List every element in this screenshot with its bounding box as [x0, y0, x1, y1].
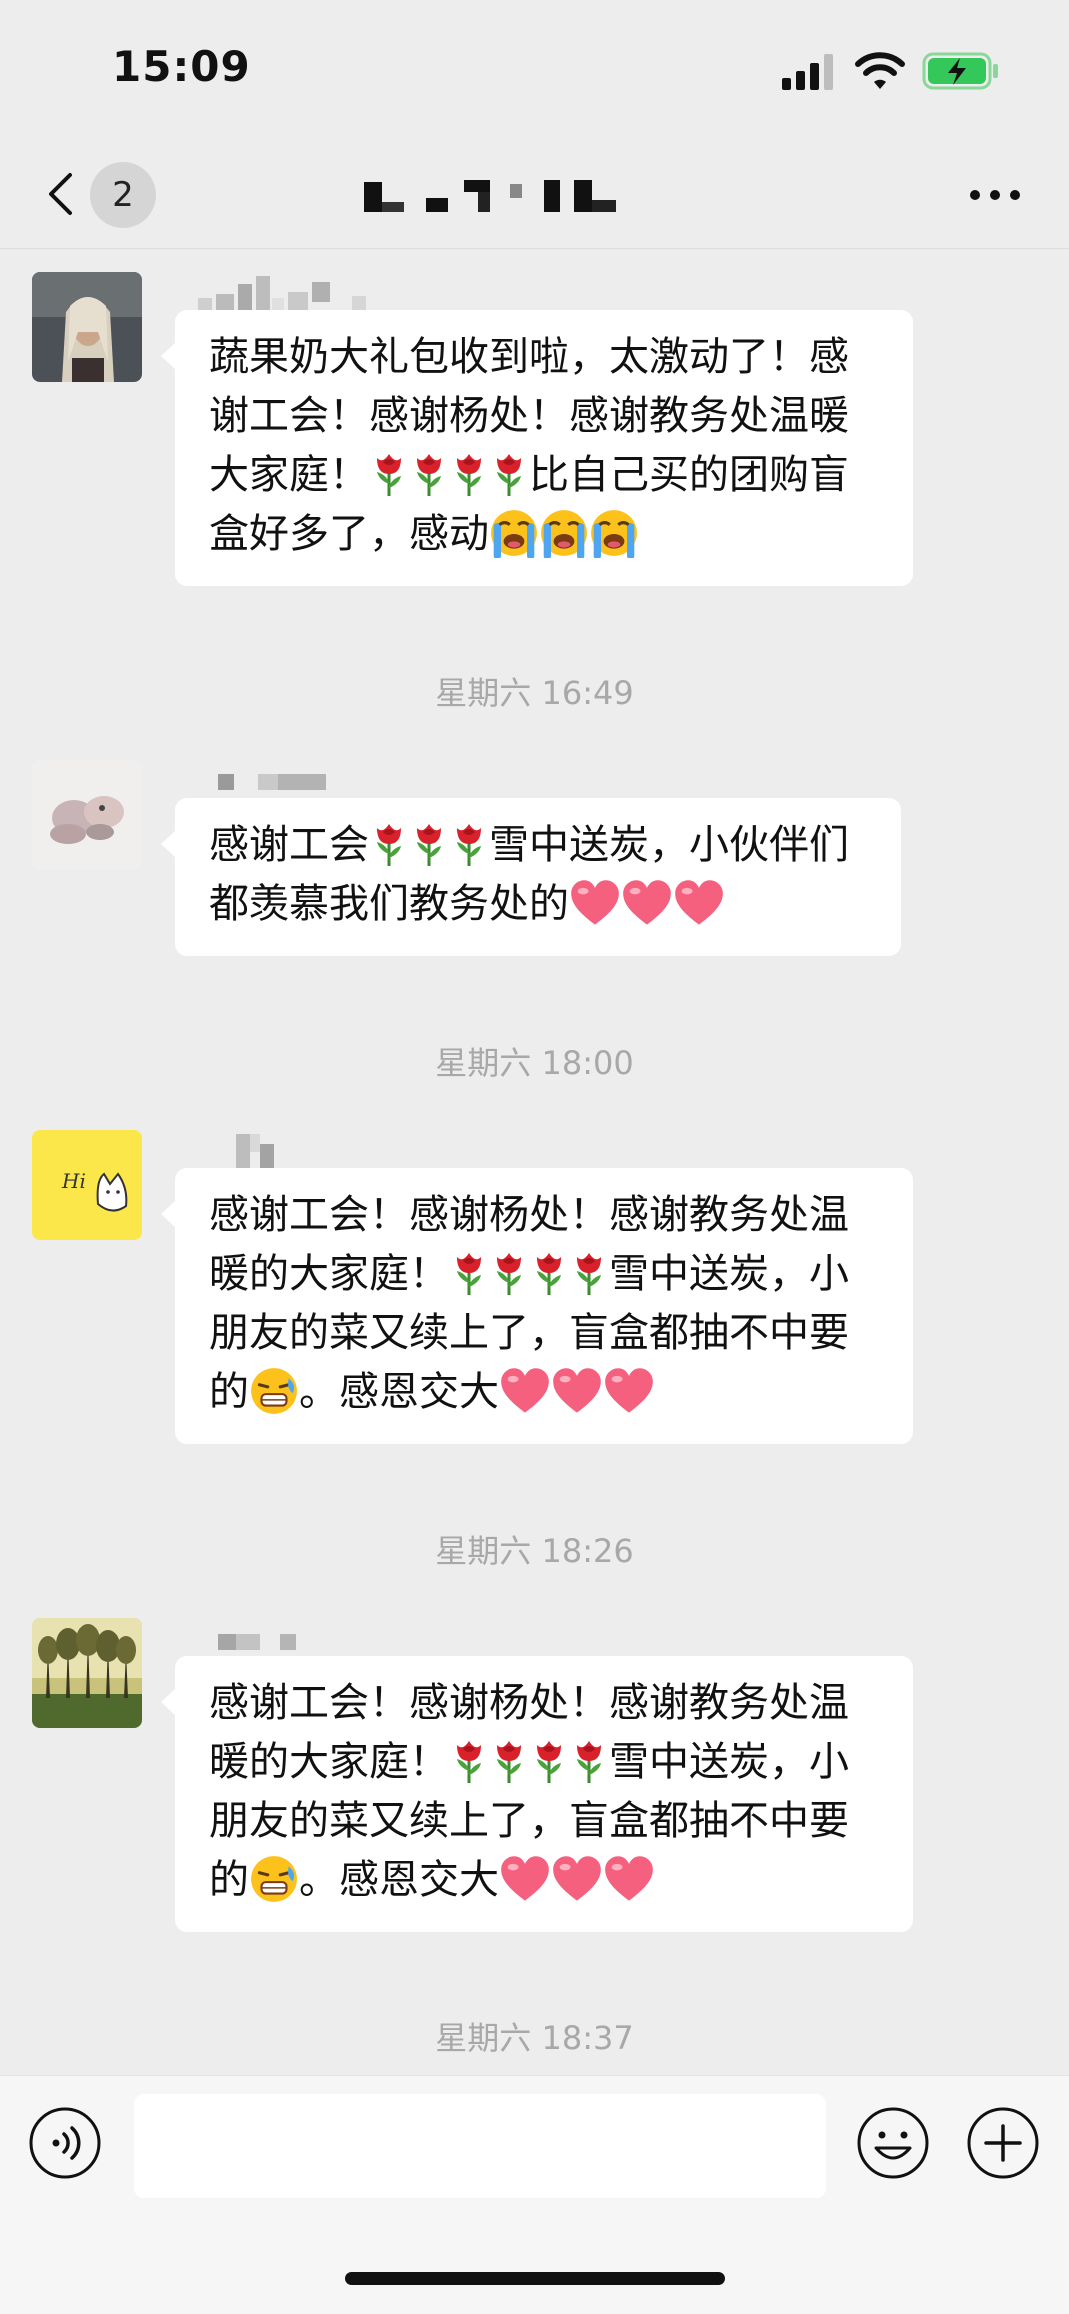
message-text: 感谢工会 — [209, 822, 369, 868]
avatar[interactable] — [32, 760, 142, 870]
sender-name-pixelated — [218, 1634, 296, 1650]
chat-title-pixelated — [364, 180, 616, 212]
pink-heart-icon — [499, 1855, 551, 1903]
rose-icon — [449, 1249, 489, 1297]
rose-icon — [489, 450, 529, 498]
message-bubble[interactable]: 感谢工会！感谢杨处！感谢教务处温暖的大家庭！ 雪中送炭，小朋友的菜又续上了，盲盒都… — [161, 1168, 913, 1444]
rose-icon — [489, 1737, 529, 1785]
svg-text:Hi: Hi — [61, 1169, 86, 1193]
voice-input-icon[interactable] — [28, 2106, 102, 2180]
tearful-face-icon — [249, 1854, 299, 1904]
pink-heart-icon — [621, 879, 673, 927]
rose-icon — [449, 1737, 489, 1785]
pink-heart-icon — [569, 879, 621, 927]
avatar[interactable] — [32, 1618, 142, 1728]
battery-charging-icon — [922, 52, 998, 90]
chevron-left-icon — [49, 173, 72, 215]
pink-heart-icon — [603, 1367, 655, 1415]
timestamp: 星期六 16:49 — [435, 674, 634, 712]
unread-count-badge: 2 — [90, 162, 156, 228]
timestamp: 星期六 18:26 — [435, 1532, 634, 1570]
timestamp: 星期六 18:37 — [435, 2019, 634, 2057]
avatar[interactable]: Hi — [32, 1130, 142, 1240]
sender-name-pixelated — [218, 774, 326, 790]
pink-heart-icon — [603, 1855, 655, 1903]
loudly-crying-face-icon — [589, 508, 639, 558]
home-indicator — [345, 2272, 725, 2285]
rose-icon — [409, 450, 449, 498]
rose-icon — [529, 1737, 569, 1785]
rose-icon — [449, 450, 489, 498]
rose-icon — [489, 1249, 529, 1297]
message-bubble[interactable]: 感谢工会！感谢杨处！感谢教务处温暖的大家庭！ 雪中送炭，小朋友的菜又续上了，盲盒都… — [161, 1656, 913, 1932]
sender-name-pixelated — [198, 276, 366, 310]
rose-icon — [369, 820, 409, 868]
emoji-picker-icon[interactable] — [856, 2106, 930, 2180]
timestamp: 星期六 18:00 — [435, 1044, 634, 1082]
tearful-face-icon — [249, 1366, 299, 1416]
rose-icon — [569, 1249, 609, 1297]
nav-bar: 2 — [0, 140, 1069, 249]
sender-name-pixelated — [236, 1134, 274, 1168]
status-bar: 15:09 — [0, 0, 1069, 140]
more-options-icon[interactable] — [960, 170, 1030, 220]
rose-icon — [529, 1249, 569, 1297]
avatar[interactable] — [32, 272, 142, 382]
rose-icon — [409, 820, 449, 868]
pink-heart-icon — [499, 1367, 551, 1415]
pink-heart-icon — [551, 1367, 603, 1415]
rose-icon — [449, 820, 489, 868]
plus-icon[interactable] — [966, 2106, 1040, 2180]
loudly-crying-face-icon — [539, 508, 589, 558]
message-bubble[interactable]: 感谢工会 雪中送炭，小伙伴们都羡慕我们教务处的 — [161, 798, 901, 956]
status-time: 15:09 — [112, 42, 251, 91]
rose-icon — [369, 450, 409, 498]
pink-heart-icon — [551, 1855, 603, 1903]
back-button[interactable]: 2 — [36, 154, 166, 230]
message-input[interactable] — [134, 2094, 826, 2198]
wifi-icon — [855, 52, 905, 89]
message-text: 。感恩交大 — [299, 1369, 499, 1415]
rose-icon — [569, 1737, 609, 1785]
message-text: 。感恩交大 — [299, 1857, 499, 1903]
cellular-signal-icon — [782, 54, 833, 90]
message-bubble[interactable]: 蔬果奶大礼包收到啦，太激动了！感谢工会！感谢杨处！感谢教务处温暖大家庭！ 比自己买… — [161, 310, 913, 586]
pink-heart-icon — [673, 879, 725, 927]
loudly-crying-face-icon — [489, 508, 539, 558]
